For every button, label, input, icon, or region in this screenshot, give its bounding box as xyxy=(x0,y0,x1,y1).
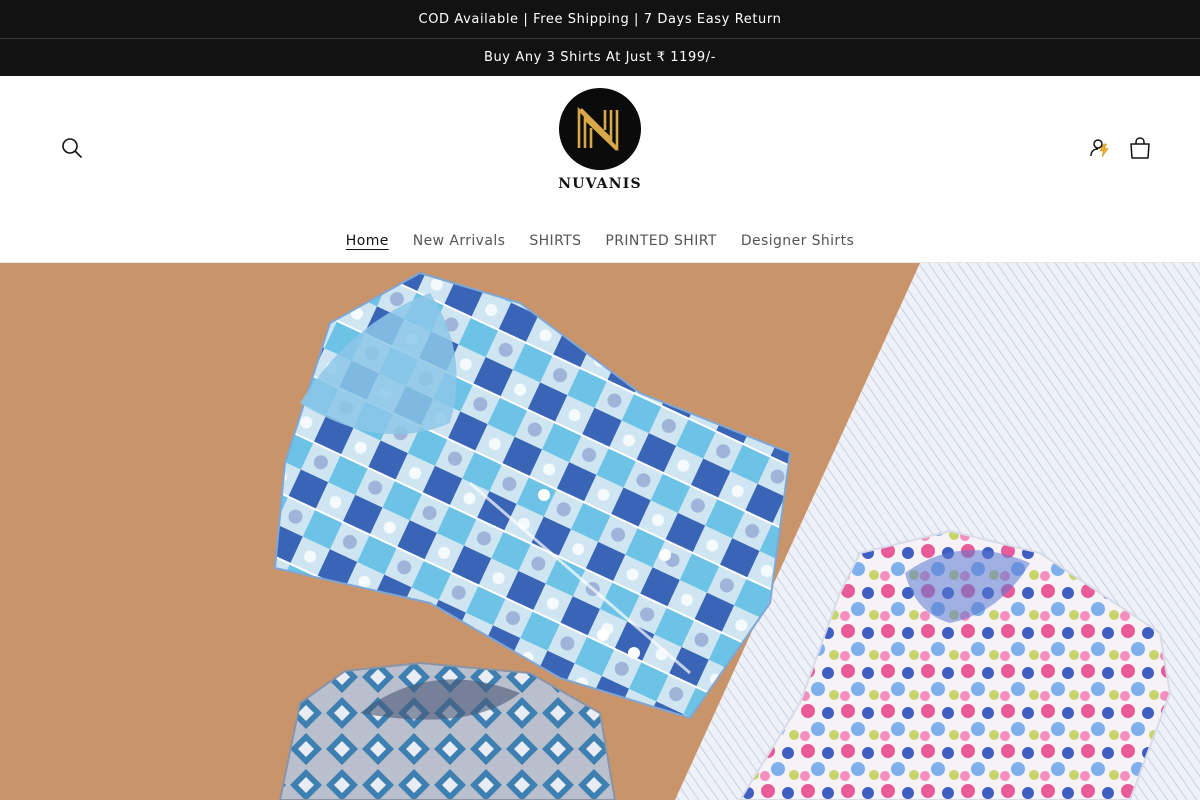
hero-image xyxy=(0,263,1200,800)
nav-item-new-arrivals[interactable]: New Arrivals xyxy=(413,233,506,251)
announcement-bar-2: Buy Any 3 Shirts At Just ₹ 1199/- xyxy=(0,38,1200,76)
cart-button[interactable] xyxy=(1120,128,1160,168)
brand-name: NUVANIS xyxy=(558,176,642,192)
brand-logo[interactable]: NUVANIS xyxy=(550,88,650,192)
hero-banner[interactable] xyxy=(0,263,1200,800)
nav-item-designer-shirts[interactable]: Designer Shirts xyxy=(741,233,854,251)
account-button[interactable] xyxy=(1080,128,1120,168)
cart-icon xyxy=(1130,137,1150,159)
logo-emblem xyxy=(559,88,641,170)
announcement-bar-1: COD Available | Free Shipping | 7 Days E… xyxy=(0,0,1200,38)
nav-item-home[interactable]: Home xyxy=(346,233,389,251)
search-button[interactable] xyxy=(52,128,92,168)
header-actions xyxy=(1080,128,1160,168)
search-icon xyxy=(62,138,82,158)
site-header: NUVANIS Home New Arrivals SHIRTS PRINTED… xyxy=(0,76,1200,263)
logo-n-mark xyxy=(577,106,619,152)
account-icon xyxy=(1090,139,1109,158)
main-navigation: Home New Arrivals SHIRTS PRINTED SHIRT D… xyxy=(0,230,1200,254)
nav-item-shirts[interactable]: SHIRTS xyxy=(529,233,581,251)
announcement-text: Buy Any 3 Shirts At Just ₹ 1199/- xyxy=(483,50,717,65)
announcement-text: COD Available | Free Shipping | 7 Days E… xyxy=(418,11,782,27)
nav-item-printed-shirt[interactable]: PRINTED SHIRT xyxy=(605,233,716,251)
